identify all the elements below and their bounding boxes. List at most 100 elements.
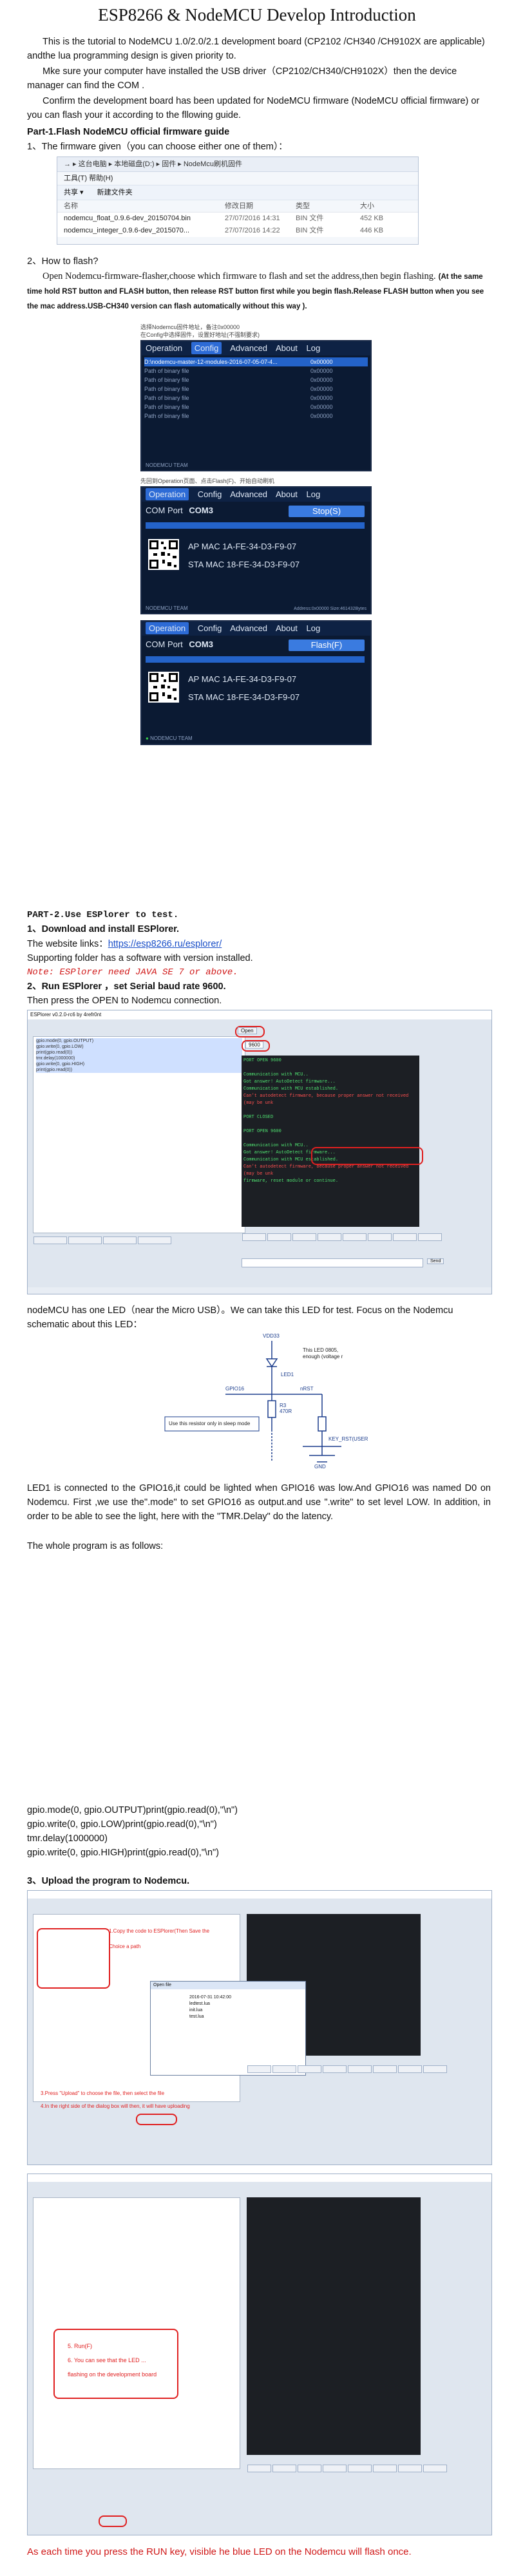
config-row-4[interactable]: Path of binary file 0x00000 [144,384,368,393]
open-text: Then press the OPEN to Nodemcu connectio… [27,996,222,1006]
toolbar-button[interactable] [103,1236,137,1244]
config-row-7[interactable]: Path of binary file 0x00000 [144,412,368,421]
snippet-button[interactable] [292,1233,316,1241]
sta-mac: STA MAC 18-FE-34-D3-F9-07 [188,560,300,569]
explorer-col-type[interactable]: 类型 [296,200,360,212]
schematic-note: This LED 0805, enough (voltage r [303,1347,343,1359]
annotation-1: 1.Copy the code to ESPlorer(Then Save th… [109,1928,210,1934]
qr-code-icon [148,539,179,570]
dialog-file[interactable]: 2016-07-31 10:42:00 [189,1994,299,2001]
tab-about[interactable]: About [276,623,298,633]
config-row-5[interactable]: Path of binary file 0x00000 [144,393,368,402]
tab-operation[interactable]: Operation [146,488,189,500]
snippet-button[interactable] [267,1233,291,1241]
intro-paragraph-3: Confirm the development board has been u… [27,96,480,120]
binary-address: 0x00000 [310,368,333,374]
snippet-button[interactable] [423,2065,447,2073]
terminal-output: PORT OPEN 9600 Communication with MCU.. … [242,1056,419,1227]
snippet-button[interactable] [272,2065,296,2073]
toolbar-button[interactable] [68,1236,102,1244]
send-button[interactable]: Send [427,1258,444,1264]
snippet-button[interactable] [298,2065,321,2073]
baud-select[interactable]: 9600 [245,1041,263,1048]
snippet-button[interactable] [323,2465,347,2472]
tab-log[interactable]: Log [307,489,321,499]
explorer-file-row[interactable]: nodemcu_integer_0.9.6-dev_2015070... 27/0… [57,225,418,237]
tab-config[interactable]: Config [191,342,222,354]
snippet-button[interactable] [373,2065,397,2073]
snippet-button[interactable] [348,2065,372,2073]
tab-log[interactable]: Log [307,623,321,633]
config-row-3[interactable]: Path of binary file 0x00000 [144,375,368,384]
snippet-button[interactable] [247,2065,271,2073]
snippet-button[interactable] [298,2465,321,2472]
esplorer-link[interactable]: https://esp8266.ru/esplorer/ [108,939,222,949]
binary-address: 0x00000 [310,386,333,392]
explorer-header: 名称 修改日期 类型 大小 [57,200,418,213]
com-port-select[interactable]: COM3 [189,506,213,515]
tab-advanced[interactable]: Advanced [230,489,267,499]
check-icon: ● [146,735,149,741]
term-line: Communication with MCU.. [243,1072,309,1077]
command-input[interactable] [242,1258,423,1267]
tab-about[interactable]: About [276,489,298,499]
term-line [243,1065,417,1072]
snippet-button[interactable] [343,1233,366,1241]
tab-log[interactable]: Log [307,343,321,353]
snippet-button[interactable] [398,2465,422,2472]
explorer-col-name[interactable]: 名称 [64,200,225,212]
esplorer-run-window: 5. Run(F) 6. You can see that the LED ..… [27,2174,492,2535]
code-editor[interactable]: gpio.mode(0, gpio.OUTPUT) gpio.write(0, … [33,1036,245,1233]
annotation-led: 6. You can see that the LED ... [68,2357,146,2363]
java-note: Note: ESPlorer need JAVA SE 7 or above. [27,967,238,978]
tab-advanced[interactable]: Advanced [230,343,267,353]
tab-config[interactable]: Config [198,623,222,633]
code-line: print(gpio.read(0)) [36,1067,242,1073]
snippet-button[interactable] [398,2065,422,2073]
com-port-select[interactable]: COM3 [189,639,213,649]
website-label: The website links： [27,939,108,949]
dialog-file[interactable]: init.lua [189,2007,299,2014]
term-line: Communication with MCU established. [243,1086,339,1092]
snippet-button[interactable] [323,2065,347,2073]
flasher2-footer-right: Address:0x00000 Size:461432Bytes [294,607,366,611]
snippet-button[interactable] [368,1233,392,1241]
snippet-button[interactable] [318,1233,341,1241]
stop-button[interactable]: Stop(S) [289,506,365,517]
dialog-file[interactable]: test.lua [189,2014,299,2020]
explorer-col-size[interactable]: 大小 [360,200,374,212]
toolbar-button[interactable] [33,1236,67,1244]
explorer-col-date[interactable]: 修改日期 [225,200,296,212]
tab-operation[interactable]: Operation [146,343,182,353]
config-row-1[interactable]: D:\nodemcu-master-12-modules-2016-07-05-… [144,357,368,366]
snippet-button[interactable] [423,2465,447,2472]
tab-advanced[interactable]: Advanced [230,623,267,633]
snippet-button[interactable] [242,1233,266,1241]
support-text: Supporting folder has a software with ve… [27,953,253,963]
snippet-button[interactable] [247,2465,271,2472]
step2-text: Open Nodemcu-firmware-flasher,choose whi… [43,271,436,281]
snippet-button[interactable] [272,2465,296,2472]
code-line-4: gpio.write(0, gpio.HIGH)print(gpio.read(… [27,1848,219,1858]
snippet-button[interactable] [348,2465,372,2472]
tab-config[interactable]: Config [198,489,222,499]
explorer-share-button[interactable]: 共享 ▾ [64,189,84,196]
code-line-3: tmr.delay(1000000) [27,1833,108,1844]
open-button[interactable]: Open [238,1027,257,1034]
snippet-button[interactable] [373,2465,397,2472]
snippet-button[interactable] [418,1233,442,1241]
snippet-buttons [247,2065,485,2084]
tab-about[interactable]: About [276,343,298,353]
config-row-6[interactable]: Path of binary file 0x00000 [144,402,368,412]
dialog-file[interactable]: ledtest.lua [189,2001,299,2007]
toolbar-button[interactable] [138,1236,171,1244]
term-line [243,1135,417,1142]
flash-button[interactable]: Flash(F) [289,639,365,651]
explorer-file-row[interactable]: nodemcu_float_0.9.6-dev_20150704.bin 27/0… [57,213,418,225]
explorer-new-folder-button[interactable]: 新建文件夹 [97,189,133,196]
snippet-button[interactable] [393,1233,417,1241]
bottom-toolbar [33,1236,239,1287]
tab-operation[interactable]: Operation [146,622,189,634]
config-row-2[interactable]: Path of binary file 0x00000 [144,366,368,375]
com-port-label: COM Port [146,639,183,649]
